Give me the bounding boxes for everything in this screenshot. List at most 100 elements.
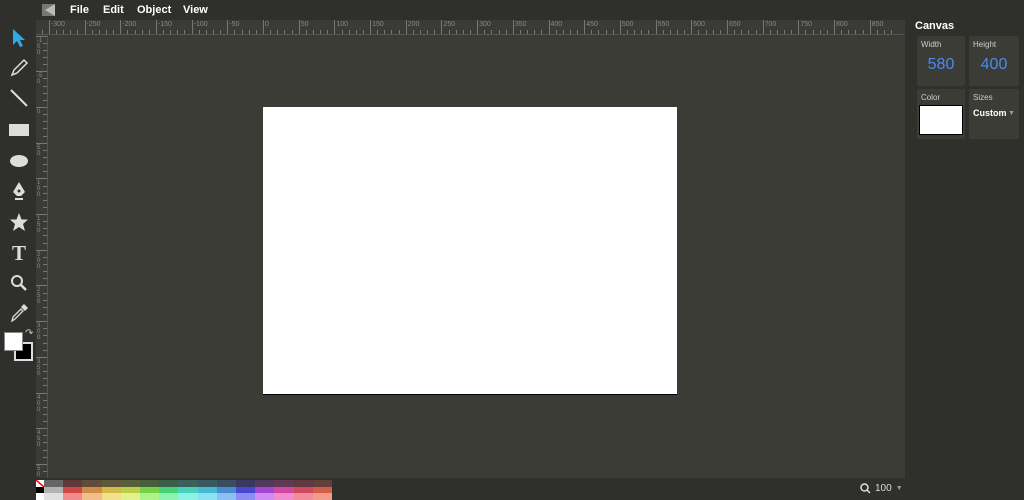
palette-swatch[interactable] <box>82 480 102 487</box>
palette-swatch[interactable] <box>178 480 198 487</box>
palette-swatch[interactable] <box>293 480 313 487</box>
zoom-tool[interactable] <box>6 270 32 296</box>
palette-swatch[interactable] <box>44 493 64 500</box>
palette-swatch[interactable] <box>63 493 83 500</box>
ruler-x-label: 150 <box>372 21 384 28</box>
pencil-tool[interactable] <box>6 55 32 81</box>
color-label: Color <box>921 93 941 102</box>
zoom-icon <box>11 275 27 291</box>
ellipse-tool[interactable] <box>6 148 32 174</box>
zoom-control[interactable]: 100 ▼ <box>860 483 903 494</box>
pen-tool[interactable] <box>6 178 32 204</box>
palette-swatch[interactable] <box>159 486 179 494</box>
palette-swatch[interactable] <box>216 493 237 500</box>
ruler-x-label: 750 <box>800 21 813 28</box>
palette-swatch[interactable] <box>101 486 121 494</box>
star-tool[interactable] <box>6 209 32 235</box>
palette-swatch[interactable] <box>120 486 141 494</box>
palette-swatch[interactable] <box>312 486 333 494</box>
palette-swatch[interactable] <box>197 493 217 500</box>
palette-swatch[interactable] <box>197 480 217 487</box>
rectangle-icon <box>9 124 29 136</box>
palette-swatch[interactable] <box>274 493 294 500</box>
palette-swatch[interactable] <box>178 486 198 494</box>
palette-swatch[interactable] <box>255 493 275 500</box>
svg-canvas[interactable] <box>263 107 677 394</box>
palette-swatch[interactable] <box>236 486 256 494</box>
palette-swatch[interactable] <box>216 486 237 494</box>
palette-swatch[interactable] <box>140 486 160 494</box>
horizontal-ruler: -300 -250 -200 -150 -100 -50 0 50 100 150 200 250 30… <box>36 20 905 35</box>
height-label: Height <box>973 40 997 49</box>
palette-swatch[interactable] <box>140 480 160 487</box>
canvas-color-swatch[interactable] <box>919 105 963 135</box>
menu-edit[interactable]: Edit <box>103 4 124 16</box>
white-swatch[interactable] <box>36 493 44 500</box>
star-icon <box>10 213 28 231</box>
palette-swatch[interactable] <box>312 480 333 487</box>
width-value[interactable]: 580 <box>917 56 965 74</box>
sizes-field[interactable]: Sizes Custom ▼ <box>969 89 1019 139</box>
palette-swatch[interactable] <box>63 480 83 487</box>
swap-colors-icon[interactable]: ↷ <box>25 328 33 339</box>
ruler-x-label: 450 <box>586 21 598 28</box>
palette-swatch[interactable] <box>140 493 160 500</box>
palette-swatch[interactable] <box>159 480 179 487</box>
ruler-x-label: 400 <box>550 21 563 28</box>
palette-swatch[interactable] <box>255 486 275 494</box>
palette-swatch[interactable] <box>159 493 179 500</box>
ruler-x-label: -200 <box>122 21 137 28</box>
logo-icon[interactable] <box>42 4 55 16</box>
palette-swatch[interactable] <box>293 486 313 494</box>
palette-swatch[interactable] <box>120 480 141 487</box>
palette-swatch[interactable] <box>197 486 217 494</box>
height-field[interactable]: Height 400 <box>969 36 1019 86</box>
select-icon <box>13 29 25 47</box>
ruler-y-label: 150 <box>37 216 41 235</box>
text-tool[interactable]: T <box>6 240 32 266</box>
menu-view[interactable]: View <box>183 4 208 16</box>
height-value[interactable]: 400 <box>969 56 1019 74</box>
palette-swatch[interactable] <box>82 493 102 500</box>
color-palette[interactable] <box>44 480 333 500</box>
palette-swatch[interactable] <box>293 493 313 500</box>
palette-swatch[interactable] <box>178 493 198 500</box>
select-tool[interactable] <box>6 25 32 51</box>
canvas-panel: Canvas Width 580 Height 400 Color Sizes … <box>905 0 1024 500</box>
palette-swatch[interactable] <box>236 493 256 500</box>
ruler-x-label: 850 <box>871 21 884 28</box>
palette-swatch[interactable] <box>216 480 237 487</box>
rectangle-tool[interactable] <box>6 117 32 143</box>
ruler-x-label: 50 <box>300 21 309 28</box>
ruler-y-label: -50 <box>37 73 43 86</box>
eyedropper-icon <box>10 304 28 323</box>
width-label: Width <box>921 40 942 49</box>
text-icon: T <box>11 240 26 265</box>
no-color-swatch[interactable] <box>36 480 44 487</box>
fill-swatch[interactable] <box>4 332 23 351</box>
ruler-y-label: 450 <box>37 430 41 449</box>
palette-swatch[interactable] <box>274 486 294 494</box>
palette-swatch[interactable] <box>101 480 121 487</box>
ruler-y-label: 300 <box>37 323 41 342</box>
eyedropper-tool[interactable] <box>6 300 32 326</box>
color-field[interactable]: Color <box>917 89 965 139</box>
palette-swatch[interactable] <box>312 493 333 500</box>
menu-file[interactable]: File <box>70 4 89 16</box>
palette-swatch[interactable] <box>101 493 121 500</box>
menu-object[interactable]: Object <box>137 4 171 16</box>
ruler-x-label: -150 <box>157 21 172 28</box>
zoom-value[interactable]: 100 <box>875 483 892 494</box>
palette-swatch[interactable] <box>236 480 256 487</box>
width-field[interactable]: Width 580 <box>917 36 965 86</box>
palette-swatch[interactable] <box>44 480 64 487</box>
ellipse-icon <box>10 155 28 167</box>
sizes-select[interactable]: Custom <box>973 108 1007 118</box>
palette-swatch[interactable] <box>82 486 102 494</box>
palette-swatch[interactable] <box>44 486 64 494</box>
palette-swatch[interactable] <box>63 486 83 494</box>
line-tool[interactable] <box>6 85 32 111</box>
palette-swatch[interactable] <box>120 493 141 500</box>
palette-swatch[interactable] <box>274 480 294 487</box>
palette-swatch[interactable] <box>255 480 275 487</box>
